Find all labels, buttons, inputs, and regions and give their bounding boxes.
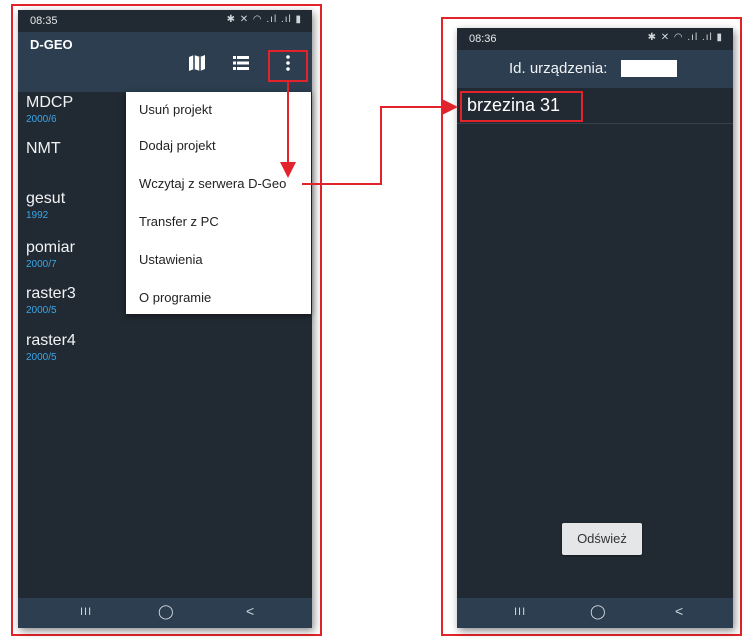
- status-bar: 08:36 ✱ ✕ ◠ .ıl .ıl ▮: [457, 28, 733, 50]
- menu-item-about[interactable]: O programie: [139, 290, 211, 305]
- menu-item-add-project[interactable]: Dodaj projekt: [139, 138, 216, 153]
- project-name: pomiar: [26, 239, 75, 256]
- app-title: D-GEO: [30, 37, 73, 52]
- status-time: 08:36: [469, 33, 497, 45]
- status-icons: ✱ ✕ ◠ .ıl .ıl ▮: [647, 32, 723, 43]
- project-date: 2000/5: [26, 352, 57, 363]
- device-id-value: [621, 60, 677, 77]
- project-name: raster4: [26, 332, 76, 349]
- list-icon[interactable]: [230, 55, 252, 77]
- project-highlight: [460, 91, 583, 122]
- project-item[interactable]: MDCP 2000/6: [26, 94, 73, 125]
- menu-item-transfer-pc[interactable]: Transfer z PC: [139, 214, 219, 229]
- device-id-label: Id. urządzenia:: [509, 60, 608, 77]
- project-date: 2000/5: [26, 305, 57, 316]
- overflow-menu: Usuń projekt Dodaj projekt Wczytaj z ser…: [126, 92, 311, 314]
- project-date: 2000/7: [26, 259, 57, 270]
- menu-item-settings[interactable]: Ustawienia: [139, 252, 203, 267]
- project-date: 1992: [26, 210, 49, 221]
- home-button[interactable]: ◯: [158, 603, 174, 620]
- refresh-button[interactable]: Odśwież: [562, 523, 642, 555]
- project-name: NMT: [26, 140, 61, 157]
- project-item[interactable]: NMT: [26, 140, 61, 160]
- more-icon-highlight: [268, 50, 308, 82]
- status-icons: ✱ ✕ ◠ .ıl .ıl ▮: [226, 14, 302, 25]
- project-date: 2000/6: [26, 114, 57, 125]
- project-name: MDCP: [26, 94, 74, 111]
- project-item[interactable]: raster4 2000/5: [26, 332, 76, 363]
- status-bar: 08:35 ✱ ✕ ◠ .ıl .ıl ▮: [18, 10, 312, 32]
- arrow-to-project: [302, 99, 458, 185]
- system-nav-bar: III ◯ <: [18, 598, 312, 628]
- home-button[interactable]: ◯: [590, 603, 606, 620]
- recent-apps-button[interactable]: III: [514, 606, 526, 618]
- menu-item-delete-project[interactable]: Usuń projekt: [139, 102, 212, 117]
- project-item[interactable]: pomiar 2000/7: [26, 239, 75, 270]
- project-name: gesut: [26, 190, 66, 207]
- project-item[interactable]: gesut 1992: [26, 190, 65, 221]
- project-name: raster3: [26, 285, 76, 302]
- map-icon[interactable]: [186, 55, 208, 77]
- device-id-header: Id. urządzenia:: [457, 50, 733, 88]
- back-button[interactable]: <: [675, 603, 683, 619]
- system-nav-bar: III ◯ <: [457, 598, 733, 628]
- project-item[interactable]: raster3 2000/5: [26, 285, 76, 316]
- status-time: 08:35: [30, 15, 58, 27]
- back-button[interactable]: <: [246, 603, 254, 619]
- recent-apps-button[interactable]: III: [80, 606, 92, 618]
- menu-item-load-from-server[interactable]: Wczytaj z serwera D-Geo: [139, 176, 286, 191]
